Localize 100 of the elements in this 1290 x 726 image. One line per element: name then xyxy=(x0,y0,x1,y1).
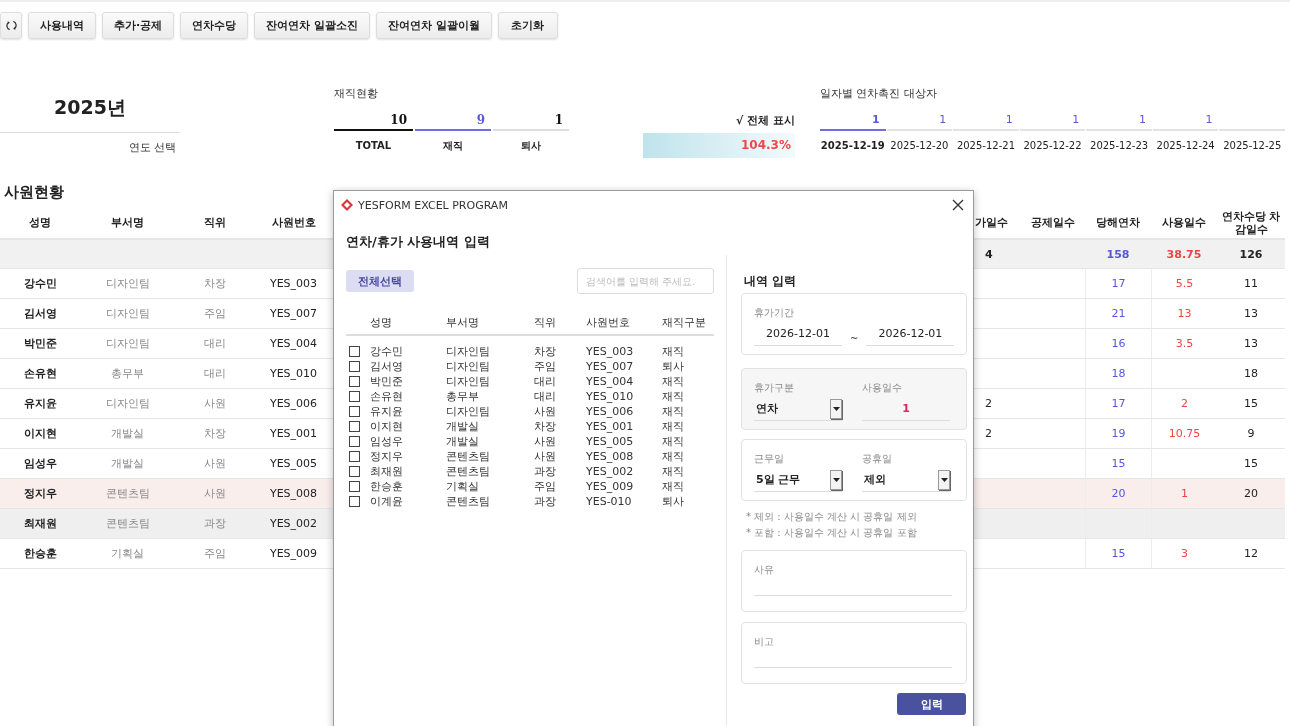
list-cell-text: YES_010 xyxy=(586,389,635,404)
table-cell: 16 xyxy=(1085,329,1151,358)
list-cell-text: 디자인팀 xyxy=(446,404,491,419)
list-cell-text: 유지윤 xyxy=(370,404,404,419)
list-cell-text: 개발실 xyxy=(446,419,480,434)
table-cell-text: YES_010 xyxy=(268,366,319,382)
list-cell-text: 과장 xyxy=(534,464,557,479)
table-cell-text: 15 xyxy=(1243,396,1259,412)
table-cell-text: 과장 xyxy=(203,516,227,532)
column-header: 성명 xyxy=(28,215,52,231)
table-cell: 17 xyxy=(1085,269,1151,298)
list-cell-text: 박민준 xyxy=(370,374,404,389)
table-cell-text: 주임 xyxy=(203,306,227,322)
table-cell: 2 xyxy=(1151,389,1217,418)
table-cell-text: YES_006 xyxy=(268,396,319,412)
field-label: 근무일 xyxy=(754,452,785,466)
column-header: 사용일수 xyxy=(1161,215,1207,231)
list-cell-text: 한승훈 xyxy=(370,479,404,494)
table-cell-text: YES_009 xyxy=(268,546,319,562)
note-text: * 제외 : 사용일수 계산 시 공휴일 제외 xyxy=(746,510,918,524)
field-label: 사용일수 xyxy=(862,381,903,395)
column-header: 가일수 xyxy=(975,215,1009,231)
table-cell-text: 4 xyxy=(984,246,994,263)
list-cell-text: 재직 xyxy=(662,344,685,359)
table-cell-text: 최재원 xyxy=(22,516,58,532)
list-cell-text: YES_001 xyxy=(586,419,635,434)
form-title: 내역 입력 xyxy=(744,273,798,290)
list-cell-text: 재직 xyxy=(662,434,685,449)
list-cell-text: 이계윤 xyxy=(370,494,404,509)
table-cell: 15 xyxy=(1085,539,1151,568)
table-cell-text: 사원 xyxy=(203,456,227,472)
list-cell-text: 총무부 xyxy=(446,389,480,404)
list-cell-text: 디자인팀 xyxy=(446,374,491,389)
table-cell-text: 손유현 xyxy=(22,366,58,382)
year-title: 2025년 xyxy=(54,95,126,120)
table-cell-text: 김서영 xyxy=(22,306,58,322)
table-cell-text: 디자인팀 xyxy=(104,396,151,412)
list-cell-text: 과장 xyxy=(534,494,557,509)
field-label: 휴가기간 xyxy=(754,306,795,320)
table-cell: 5.5 xyxy=(1151,269,1217,298)
column-header: 재직구분 xyxy=(662,314,707,330)
table-cell: 13 xyxy=(1151,299,1217,328)
table-cell-text: 12 xyxy=(1243,546,1259,562)
table-cell-text: 38.75 xyxy=(1165,246,1203,263)
table-cell-text: 정지우 xyxy=(22,486,58,502)
column-header: 사원번호 xyxy=(586,314,631,330)
table-cell-text: 이지현 xyxy=(22,426,58,442)
list-cell-text: 사원 xyxy=(534,404,557,419)
table-cell-text: 개발실 xyxy=(110,426,145,442)
field-label: 공휴일 xyxy=(862,452,893,466)
list-cell-text: 디자인팀 xyxy=(446,344,491,359)
column-header: 부서명 xyxy=(446,314,480,330)
table-cell-text: YES_001 xyxy=(268,426,319,442)
field-label: 휴가구분 xyxy=(754,381,795,395)
list-cell-text: 개발실 xyxy=(446,434,480,449)
table-cell: 1 xyxy=(1151,479,1217,508)
list-cell-text: 차장 xyxy=(534,419,557,434)
list-cell-text: 대리 xyxy=(534,389,557,404)
table-cell-text: 2 xyxy=(984,426,993,442)
table-cell: 15 xyxy=(1085,449,1151,478)
table-cell: 20 xyxy=(1085,479,1151,508)
table-cell-text: 13 xyxy=(1243,306,1259,322)
table-cell-text: 158 xyxy=(1105,246,1131,263)
column-header: 부서명 xyxy=(110,215,145,231)
table-cell-text: 콘텐츠팀 xyxy=(104,516,151,532)
table-cell: 3 xyxy=(1151,539,1217,568)
table-cell-text: 한승훈 xyxy=(22,546,58,562)
list-cell-text: 재직 xyxy=(662,374,685,389)
table-cell-text: 11 xyxy=(1243,276,1259,292)
list-cell-text: YES_007 xyxy=(586,359,635,374)
table-cell-text: 주임 xyxy=(203,546,227,562)
list-cell-text: 임성우 xyxy=(370,434,404,449)
table-cell-text: 차장 xyxy=(203,426,227,442)
table-cell-text: 126 xyxy=(1238,246,1264,263)
list-cell-text: 최재원 xyxy=(370,464,404,479)
list-cell-text: YES_009 xyxy=(586,479,635,494)
table-cell-text: 9 xyxy=(1246,426,1256,442)
section-title: 재직현황 xyxy=(334,86,379,102)
list-cell-text: 재직 xyxy=(662,389,685,404)
list-cell-text: 콘텐츠팀 xyxy=(446,449,491,464)
column-header: 사원번호 xyxy=(270,215,317,231)
list-cell-text: 사원 xyxy=(534,449,557,464)
list-cell-text: 주임 xyxy=(534,359,557,374)
list-cell-text: YES_002 xyxy=(586,464,635,479)
list-cell-text: 이지현 xyxy=(370,419,404,434)
column-header: 성명 xyxy=(370,314,393,330)
table-cell-text: 20 xyxy=(1243,486,1259,502)
dialog-heading: 연차/휴가 사용내역 입력 xyxy=(346,233,491,251)
table-cell-text: 18 xyxy=(1243,366,1259,382)
table-cell: 18 xyxy=(1085,359,1151,388)
table-cell-text: 개발실 xyxy=(110,456,145,472)
table-cell-text: 기획실 xyxy=(110,546,145,562)
list-cell-text: YES_006 xyxy=(586,404,635,419)
list-cell-text: 주임 xyxy=(534,479,557,494)
list-cell-text: 강수민 xyxy=(370,344,404,359)
list-cell-text: 재직 xyxy=(662,404,685,419)
list-cell-text: 손유현 xyxy=(370,389,404,404)
table-cell-text: 대리 xyxy=(203,336,227,352)
list-cell-text: 차장 xyxy=(534,344,557,359)
table-cell-text: YES_004 xyxy=(268,336,319,352)
